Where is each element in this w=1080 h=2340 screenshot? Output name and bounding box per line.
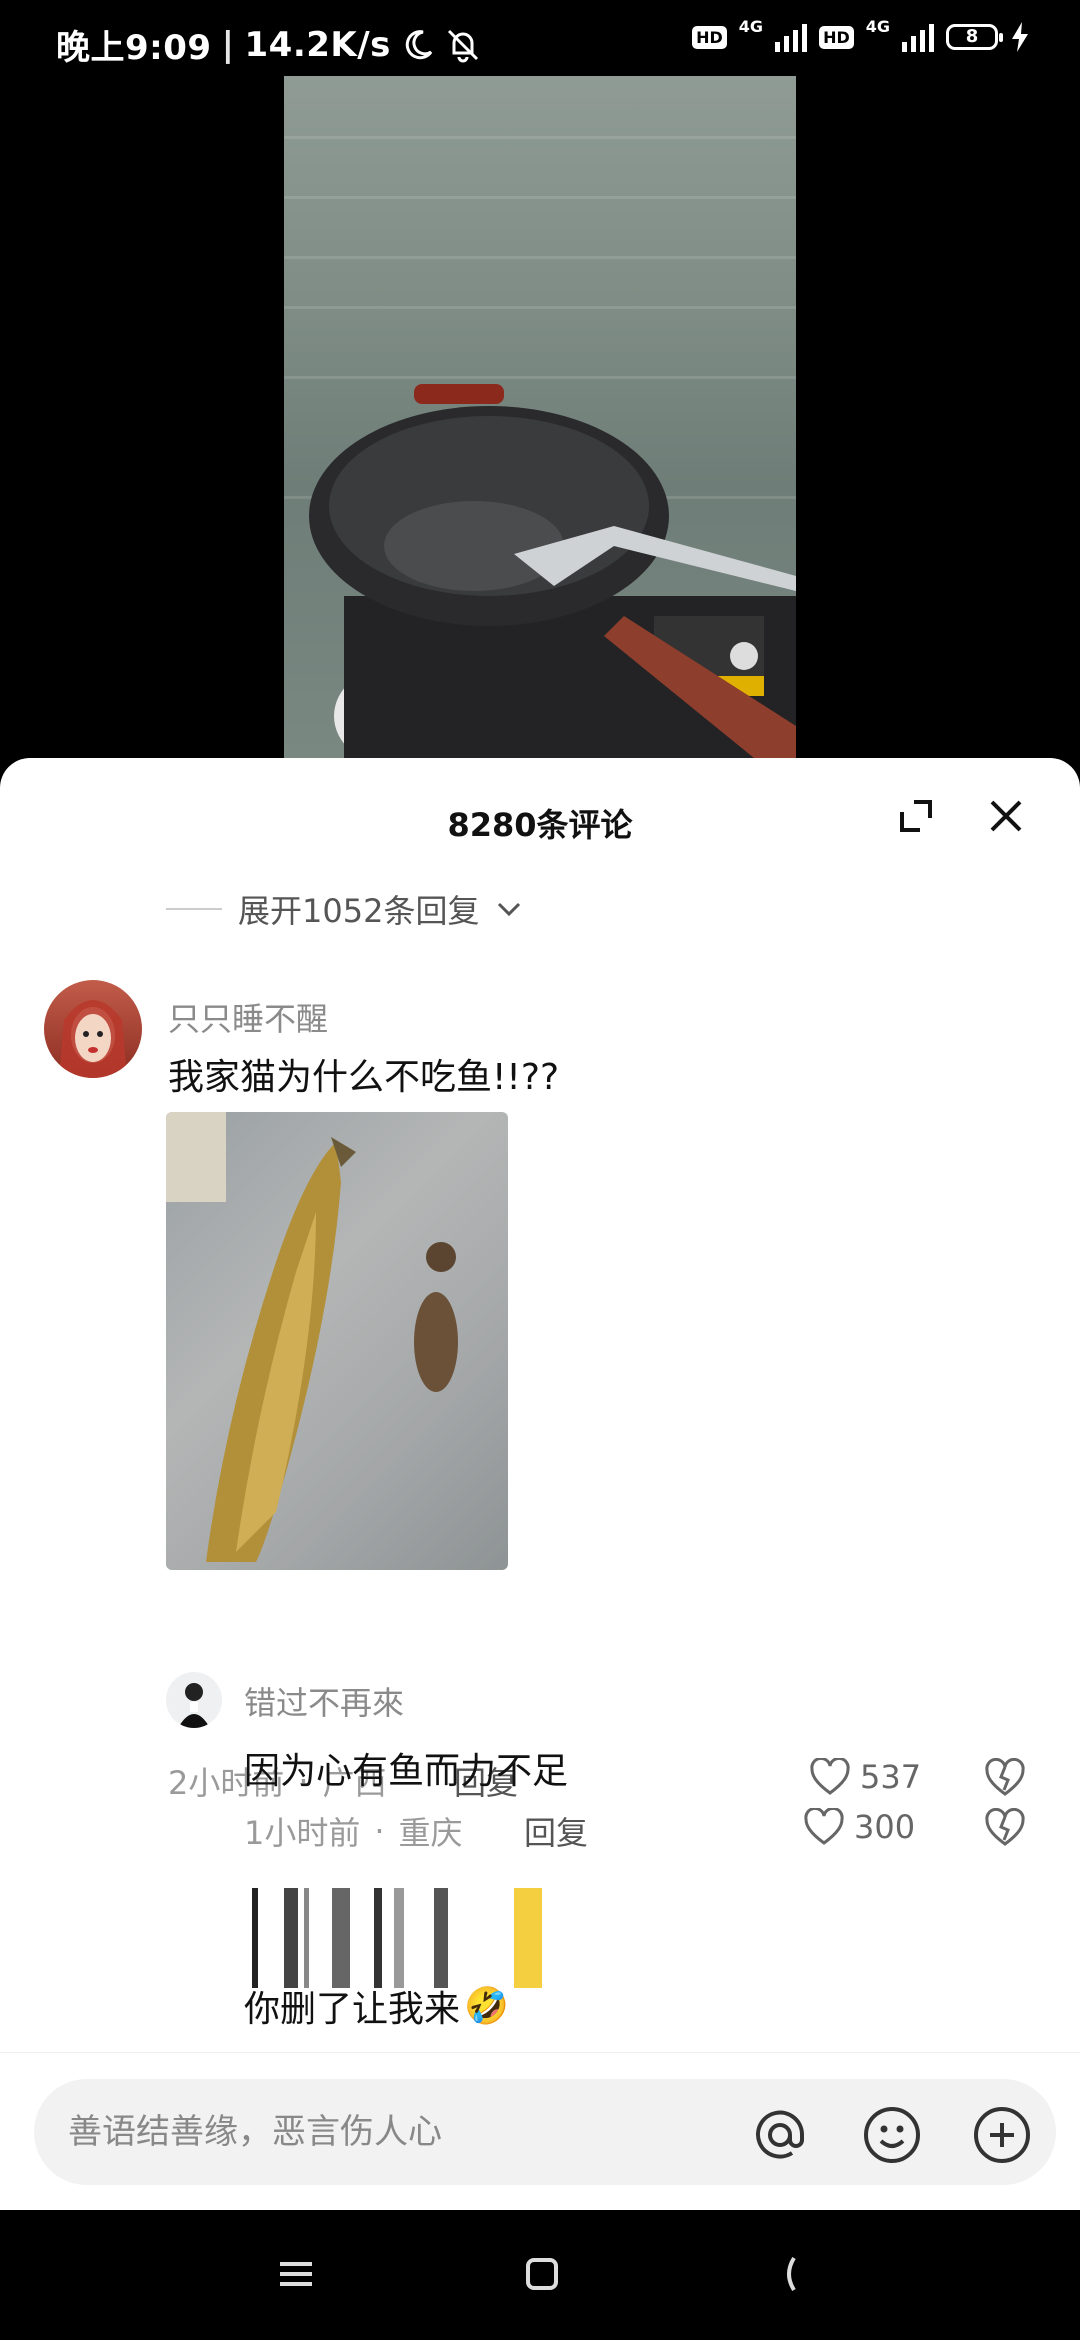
expand-icon[interactable] [898,798,934,834]
reply-time: 1小时前 [244,1814,361,1852]
network-type: 4G [865,17,890,36]
partial-reply-text: 你删了让我来 🤣 [244,1986,509,2030]
comment-input-bar [0,2052,1080,2211]
wok-image [309,384,796,758]
mute-bell-icon [447,29,478,62]
status-time: 晚上9:09 [56,28,212,68]
network-speed: 14.2K/s [244,24,391,65]
comments-sheet: 8280条评论 展开1052条回复 只只睡不醒 我家猫为什么不吃鱼!!?? 2小… [0,758,1080,2210]
status-bar: 晚上9:09 | 14.2K/s HD 4G HD 4G 8 [0,0,1080,76]
close-icon[interactable] [986,796,1026,836]
moon-icon [405,29,433,59]
status-left: 晚上9:09 | 14.2K/s [56,20,481,69]
menu-icon[interactable] [276,2254,316,2294]
status-right: HD 4G HD 4G 8 [692,17,1030,52]
avatar[interactable] [166,1672,222,1728]
reply-button[interactable]: 回复 [524,1808,588,1854]
reply-username[interactable]: 错过不再來 [244,1678,404,1724]
hd-badge: HD [692,25,727,49]
emoji-icon[interactable] [862,2105,922,2165]
reply-meta: 1小时前 · 重庆 [244,1808,463,1854]
at-icon[interactable] [750,2105,810,2165]
reply-location: 重庆 [398,1814,463,1852]
charging-icon [1012,22,1028,52]
dislike-icon[interactable] [985,1808,1025,1848]
like-count: 537 [860,1758,922,1796]
dislike-icon[interactable] [985,1758,1025,1798]
system-nav-bar [0,2210,1080,2340]
back-icon[interactable] [770,2254,810,2294]
comment-input-pill[interactable] [34,2079,1056,2185]
comment-image[interactable] [166,1112,508,1570]
laughing-emoji-icon: 🤣 [464,1986,509,2027]
avatar[interactable] [44,980,142,1078]
like-button[interactable]: 300 [804,1808,915,1846]
signal-icon [775,22,808,52]
comment-username[interactable]: 只只睡不醒 [168,994,328,1040]
heart-icon [810,1758,850,1795]
home-icon[interactable] [522,2254,562,2294]
comment-text: 我家猫为什么不吃鱼!!?? [168,1057,560,1098]
like-count: 300 [854,1808,916,1846]
add-icon[interactable] [972,2105,1032,2165]
reply-text: 因为心有鱼而力不足 [244,1751,569,1792]
comment-input[interactable] [66,2101,720,2163]
like-button[interactable]: 537 [810,1758,921,1796]
expand-replies-label: 展开1052条回复 [238,892,480,930]
signal-icon [902,22,934,52]
expand-replies-button[interactable]: 展开1052条回复 [166,886,523,932]
heart-icon [804,1808,844,1845]
chevron-down-icon [498,902,521,917]
hd-badge: HD [819,25,854,49]
network-type: 4G [738,17,764,36]
reply-image-strip [252,1888,542,1988]
video-player[interactable] [284,76,796,758]
battery-icon: 8 [946,24,1003,50]
